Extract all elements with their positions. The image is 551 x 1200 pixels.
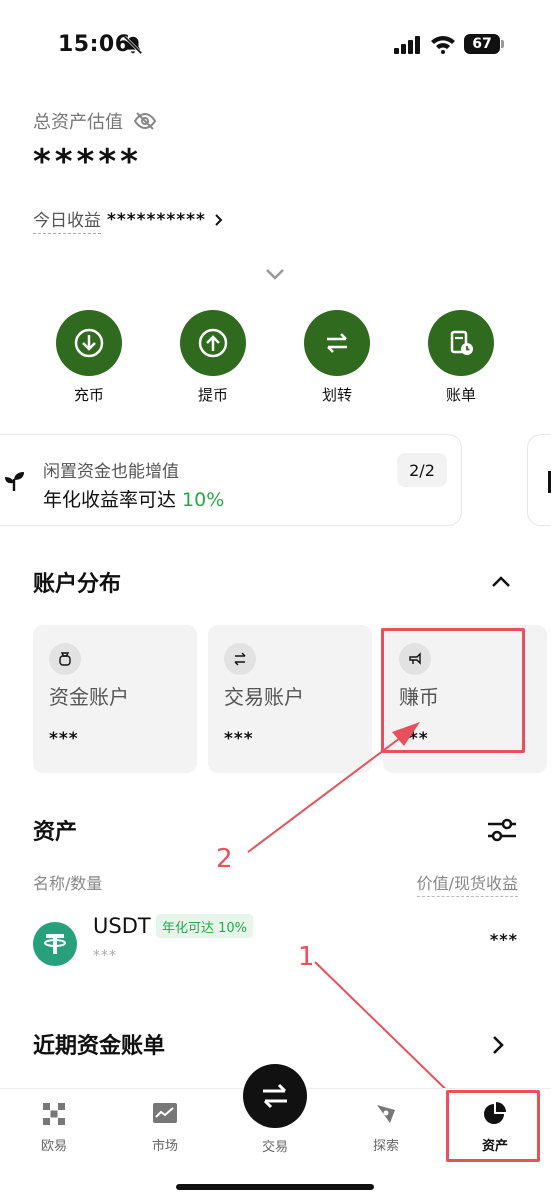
account-value: ***	[49, 729, 79, 749]
sprout-icon	[5, 472, 24, 491]
withdraw-label: 提币	[197, 386, 228, 404]
column-header-value[interactable]: 价值/现货收益	[416, 870, 518, 897]
promo-rate: 10%	[182, 489, 225, 511]
table-row[interactable]: USDT 年化可达 10% *** ***	[0, 900, 551, 980]
quick-actions: 充币 提币 划转 账单	[0, 310, 551, 410]
chevron-right-icon	[215, 214, 223, 226]
tab-label: 资产	[481, 1139, 508, 1154]
home-indicator	[176, 1184, 374, 1190]
account-value: ***	[224, 729, 254, 749]
promo-subtitle: 年化收益率可达 10%	[43, 485, 224, 512]
tab-trade[interactable]	[243, 1064, 307, 1128]
annotation-number-two: 2	[216, 844, 233, 874]
today-earnings-label: 今日收益	[33, 206, 101, 234]
bill-label: 账单	[445, 386, 476, 404]
account-name: 资金账户	[49, 685, 129, 709]
tab-label: 欧易	[40, 1139, 67, 1154]
transfer-icon	[304, 310, 370, 376]
status-time: 15:06	[58, 32, 131, 57]
tab-label: 交易	[261, 1140, 288, 1155]
withdraw-icon	[180, 310, 246, 376]
total-assets-label-row: 总资产估值	[33, 108, 157, 134]
bill-icon	[428, 310, 494, 376]
account-name: 交易账户	[224, 685, 304, 709]
transfer-label: 划转	[321, 386, 352, 404]
tab-okx[interactable]: 欧易	[14, 1101, 94, 1154]
today-earnings-value: **********	[107, 210, 206, 230]
total-assets-value: *****	[33, 142, 142, 182]
chevron-right-icon[interactable]	[490, 1034, 506, 1056]
earn-account-card[interactable]: 赚币 ***	[383, 625, 547, 773]
trading-account-card[interactable]: 交易账户 ***	[208, 625, 372, 773]
tab-explore[interactable]: 探索	[346, 1101, 426, 1154]
distribution-title: 账户分布	[33, 572, 122, 597]
asset-quantity: ***	[93, 948, 117, 964]
tab-assets[interactable]: 资产	[455, 1101, 535, 1154]
status-bar: 15:06 67	[0, 0, 551, 90]
deposit-label: 充币	[73, 386, 104, 404]
column-header-name: 名称/数量	[33, 874, 103, 893]
market-icon	[153, 1103, 177, 1123]
tab-label: 市场	[151, 1139, 178, 1154]
tab-label: 探索	[372, 1139, 399, 1154]
annotation-number-one: 1	[298, 942, 315, 972]
battery-level: 67	[472, 36, 492, 52]
promo-subtitle-text: 年化收益率可达	[43, 489, 183, 511]
wifi-icon	[431, 36, 455, 54]
funding-account-card[interactable]: 资金账户 ***	[33, 625, 197, 773]
recent-bills-title[interactable]: 近期资金账单	[33, 1028, 165, 1060]
swap-icon	[224, 643, 256, 675]
transfer-button[interactable]: 划转	[292, 310, 382, 405]
signal-icon	[394, 36, 420, 54]
explore-icon	[377, 1105, 395, 1123]
eye-hidden-icon[interactable]	[133, 109, 157, 133]
chevron-down-icon[interactable]	[263, 264, 287, 284]
promo-title: 闲置资金也能增值	[43, 462, 179, 482]
tab-market[interactable]: 市场	[125, 1101, 205, 1154]
bag-icon	[49, 643, 81, 675]
account-value: ***	[399, 729, 429, 749]
promo-card[interactable]: 闲置资金也能增值 年化收益率可达 10% 2/2	[0, 434, 462, 526]
battery-indicator: 67	[464, 34, 504, 54]
account-name: 赚币	[399, 685, 439, 709]
bell-muted-icon	[123, 35, 143, 55]
promo-card-next[interactable]	[527, 434, 551, 526]
promo-pager: 2/2	[397, 453, 447, 487]
withdraw-button[interactable]: 提币	[168, 310, 258, 405]
trade-icon	[263, 1083, 287, 1109]
bill-button[interactable]: 账单	[416, 310, 506, 405]
total-assets-label: 总资产估值	[33, 112, 123, 133]
deposit-icon	[56, 310, 122, 376]
asset-apy-badge: 年化可达 10%	[156, 914, 254, 938]
usdt-logo-icon	[33, 922, 77, 966]
chevron-up-icon[interactable]	[490, 572, 512, 592]
today-earnings-row[interactable]: 今日收益 **********	[33, 206, 226, 234]
asset-value: ***	[489, 930, 518, 949]
assets-pie-icon	[484, 1102, 506, 1124]
filter-sliders-icon[interactable]	[486, 816, 518, 844]
asset-name: USDT	[93, 914, 151, 938]
okx-icon	[43, 1103, 65, 1125]
assets-title: 资产	[33, 820, 78, 845]
earn-icon	[399, 643, 431, 675]
deposit-button[interactable]: 充币	[44, 310, 134, 405]
